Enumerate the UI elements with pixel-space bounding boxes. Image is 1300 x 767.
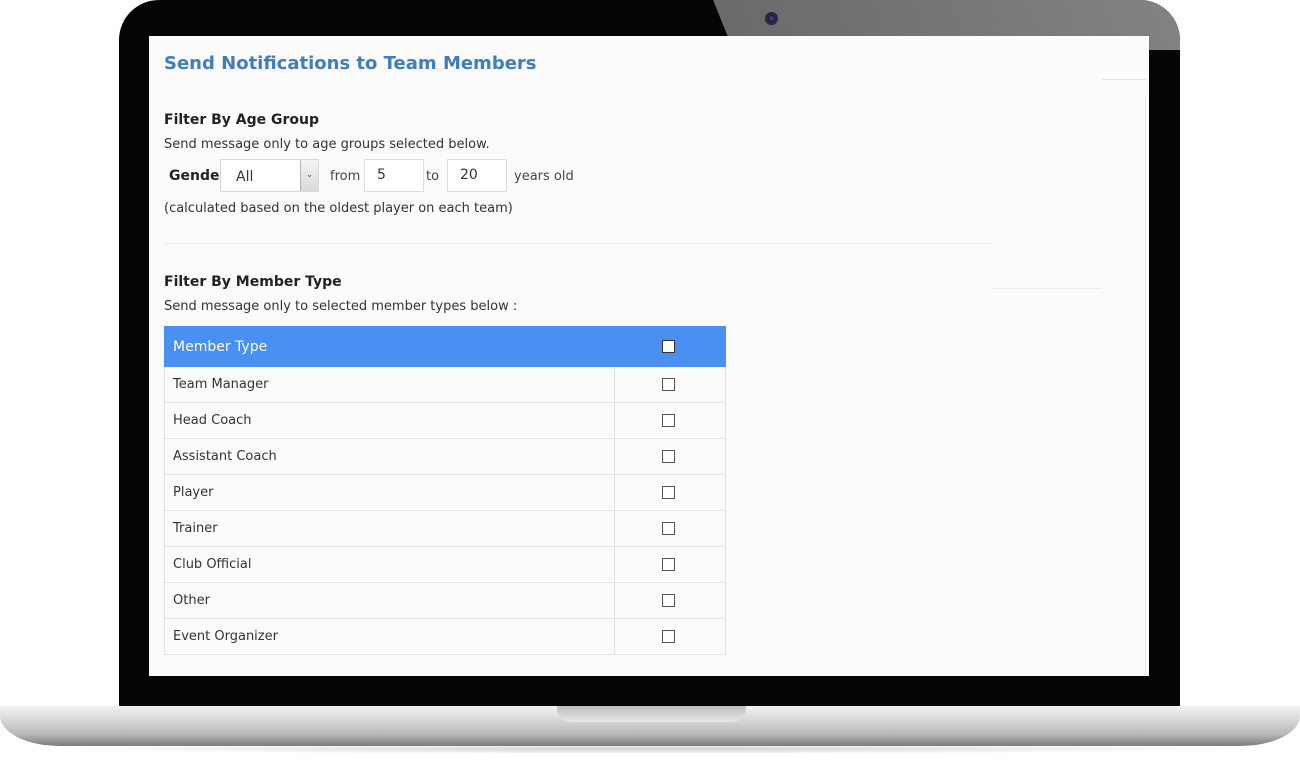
checkbox-cell <box>614 474 726 511</box>
years-old-label: years old <box>514 169 574 184</box>
section-divider <box>164 243 992 244</box>
screen: Send Notifications to Team Members Filte… <box>149 36 1149 676</box>
scrollbar-track <box>1145 96 1146 676</box>
member-type-label: Head Coach <box>164 402 615 439</box>
member-type-label: Club Official <box>164 546 615 583</box>
member-type-checkbox[interactable] <box>662 414 675 427</box>
member-type-checkbox[interactable] <box>662 558 675 571</box>
page-title: Send Notifications to Team Members <box>164 53 537 74</box>
checkbox-cell <box>614 438 726 475</box>
checkbox-cell <box>614 618 726 655</box>
to-label: to <box>426 169 440 184</box>
gender-label: Gender <box>169 168 227 184</box>
member-type-table: Member Type Team Manager Head Coach Assi… <box>164 326 726 655</box>
age-to-input[interactable]: 20 <box>447 159 507 192</box>
member-type-checkbox[interactable] <box>662 486 675 499</box>
member-type-label: Player <box>164 474 615 511</box>
table-row: Club Official <box>164 546 726 583</box>
gender-select-value: All <box>236 169 254 185</box>
section-divider <box>992 288 1102 289</box>
member-type-checkbox[interactable] <box>662 450 675 463</box>
gender-select[interactable]: All ⌄ <box>220 159 319 192</box>
checkbox-cell <box>614 366 726 403</box>
age-filter-heading: Filter By Age Group <box>164 112 320 128</box>
checkbox-cell <box>614 582 726 619</box>
select-all-cell <box>614 326 726 367</box>
member-type-column-header: Member Type <box>164 326 615 367</box>
checkbox-cell <box>614 546 726 583</box>
chevron-down-icon[interactable]: ⌄ <box>300 160 318 191</box>
divider <box>1102 79 1146 80</box>
from-label: from <box>330 169 361 184</box>
member-type-label: Event Organizer <box>164 618 615 655</box>
age-filter-row: Gender All ⌄ from 5 to 20 years old <box>169 159 769 193</box>
checkbox-cell <box>614 510 726 547</box>
member-type-label: Assistant Coach <box>164 438 615 475</box>
age-filter-note: (calculated based on the oldest player o… <box>164 201 513 216</box>
member-filter-description: Send message only to selected member typ… <box>164 299 518 314</box>
webcam-icon <box>765 12 778 25</box>
table-row: Event Organizer <box>164 618 726 655</box>
member-type-label: Other <box>164 582 615 619</box>
table-row: Head Coach <box>164 402 726 439</box>
member-type-checkbox[interactable] <box>662 522 675 535</box>
select-all-checkbox[interactable] <box>662 340 675 353</box>
age-from-input[interactable]: 5 <box>364 159 424 192</box>
table-row: Trainer <box>164 510 726 547</box>
table-row: Team Manager <box>164 366 726 403</box>
age-filter-description: Send message only to age groups selected… <box>164 137 490 152</box>
table-row: Assistant Coach <box>164 438 726 475</box>
table-row: Other <box>164 582 726 619</box>
member-type-label: Team Manager <box>164 366 615 403</box>
table-row: Player <box>164 474 726 511</box>
member-type-checkbox[interactable] <box>662 378 675 391</box>
member-type-checkbox[interactable] <box>662 630 675 643</box>
checkbox-cell <box>614 402 726 439</box>
laptop-notch <box>557 706 746 722</box>
member-filter-heading: Filter By Member Type <box>164 274 342 290</box>
table-header-row: Member Type <box>164 326 726 367</box>
member-type-label: Trainer <box>164 510 615 547</box>
member-type-checkbox[interactable] <box>662 594 675 607</box>
